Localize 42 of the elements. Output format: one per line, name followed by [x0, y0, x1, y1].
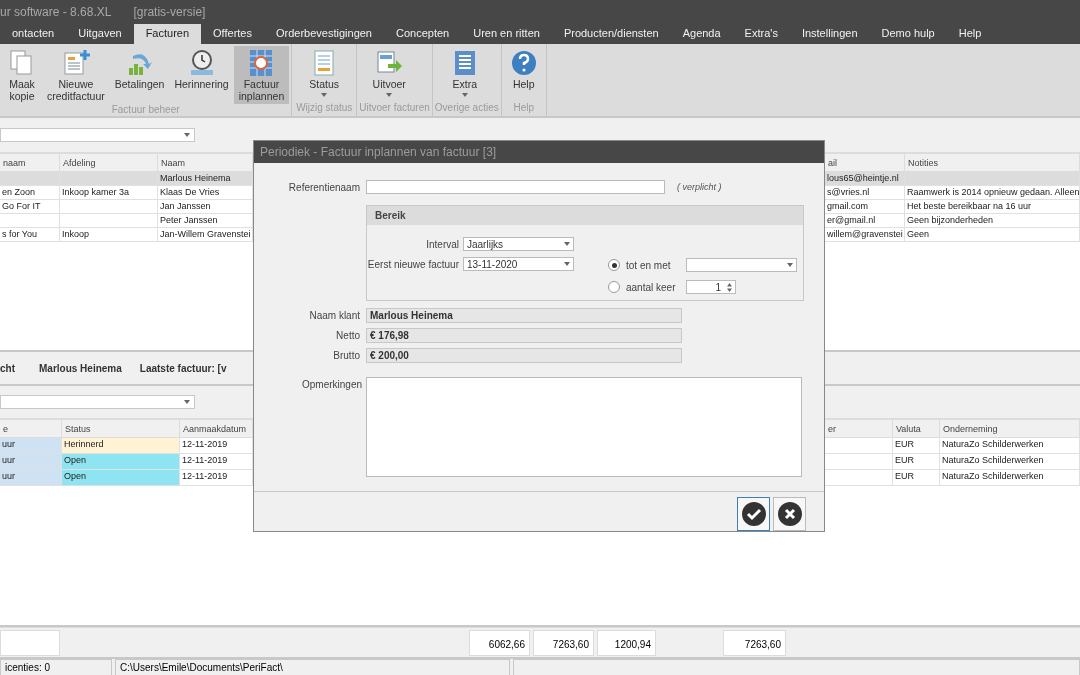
- readonly-field: € 176,98: [366, 327, 682, 343]
- total-field: 1200,94: [597, 629, 656, 656]
- readonly-field: € 200,00: [366, 347, 682, 363]
- table-cell: Herinnerd: [62, 438, 180, 454]
- table-cell: s for You: [0, 228, 60, 242]
- group-label: Overige acties: [434, 102, 499, 115]
- table-cell: uur: [0, 454, 62, 470]
- table-cell: Open: [62, 454, 180, 470]
- status-panel: C:\Users\Emile\Documents\PeriFact\: [115, 659, 510, 675]
- table-cell: uur: [0, 470, 62, 486]
- total-field: 7263,60: [723, 629, 786, 656]
- edition-label: [gratis-versie]: [133, 5, 206, 19]
- summary-label: cht: [0, 362, 15, 374]
- group-label: Uitvoer facturen: [359, 102, 430, 115]
- radio-label: tot en met: [626, 259, 672, 271]
- field-label: Interval: [425, 238, 460, 250]
- group-label: Wijzig status: [295, 102, 354, 115]
- customer-name: Marlous Heinema: [39, 362, 122, 374]
- dialog-title: Periodiek - Factuur inplannen van factuur [3]: [254, 141, 824, 163]
- status-panel: icenties: 0: [0, 659, 112, 675]
- table-cell: Geen: [905, 228, 1080, 242]
- total-field: 7263,60: [533, 629, 594, 656]
- field-label: Eerst nieuwe factuur: [367, 258, 460, 270]
- group-title: Bereik: [367, 206, 803, 225]
- field-label: Brutto: [332, 349, 361, 361]
- table-cell: NaturaZo Schilderwerken: [940, 470, 1080, 486]
- last-invoice-label: Laatste factuur: [v: [139, 362, 227, 374]
- group-label: Help: [512, 102, 536, 115]
- group-label: Factuur beheer: [110, 104, 181, 116]
- field-label: Opmerkingen: [300, 378, 363, 390]
- total-field: 6062,66: [469, 629, 530, 656]
- field-label: Naam klant: [308, 309, 361, 321]
- window-title: ur software - 8.68.XL: [0, 5, 112, 19]
- table-cell: Inkoop: [60, 228, 158, 242]
- required-note: ( verplicht ): [677, 182, 722, 192]
- table-cell: EUR: [893, 470, 940, 486]
- field-label: Netto: [335, 329, 361, 341]
- table-cell: Open: [62, 470, 180, 486]
- readonly-field: Marlous Heinema: [366, 307, 682, 323]
- radio-label: aantal keer: [626, 281, 677, 293]
- field-label: Referentienaam: [287, 181, 361, 193]
- table-cell: uur: [0, 438, 62, 454]
